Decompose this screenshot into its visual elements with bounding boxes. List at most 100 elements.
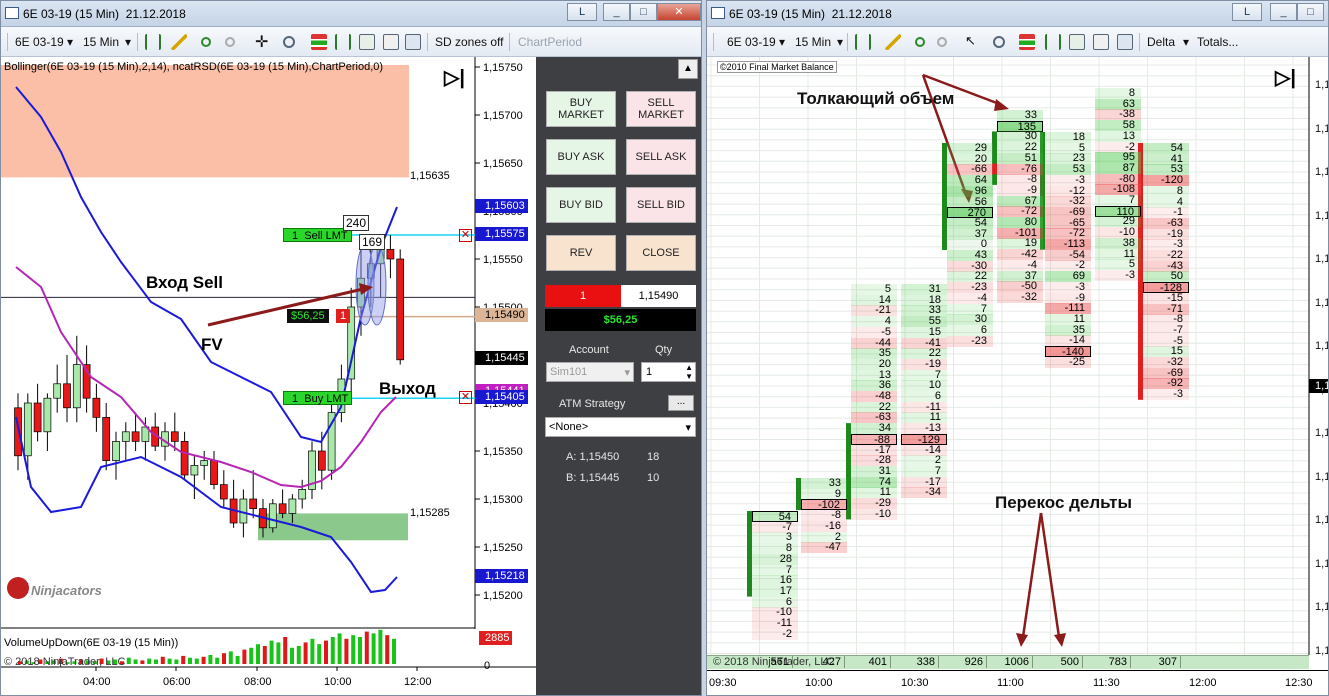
data-box-icon[interactable] <box>1117 34 1133 50</box>
position-pnl-flag[interactable]: $56,25 <box>287 309 329 323</box>
volume-bar <box>160 656 165 664</box>
candle-body <box>180 441 189 476</box>
volume-bar <box>330 637 335 664</box>
minimize-button[interactable]: _ <box>603 3 630 21</box>
delta-dropdown-icon[interactable]: ▾ <box>1183 35 1189 49</box>
buy-bid-button[interactable]: BUY BID <box>546 187 616 223</box>
candle-body <box>327 412 336 471</box>
volume-bar <box>256 644 260 664</box>
strategies-icon[interactable] <box>1069 34 1085 50</box>
indicators-icon[interactable] <box>1045 34 1061 50</box>
buy-limit-order[interactable]: 1 Buy LMT <box>283 391 353 405</box>
close-position-button[interactable]: CLOSE <box>626 235 696 271</box>
buy-ask-button[interactable]: BUY ASK <box>546 139 616 175</box>
column-total: 783 <box>1085 656 1131 668</box>
close-button[interactable]: ✕ <box>657 3 701 21</box>
candle-body <box>190 465 199 476</box>
crosshair-add-icon[interactable] <box>201 37 211 47</box>
candle-body <box>14 407 22 457</box>
chart-window-left: 6E 03-19 (15 Min) 21.12.2018 L _ □ ✕ 6E … <box>0 0 702 696</box>
instrument-dropdown-icon[interactable]: ▾ <box>779 35 785 49</box>
maximize-button[interactable]: □ <box>630 3 657 21</box>
period-dropdown-icon[interactable]: ▾ <box>837 35 843 49</box>
volume-bar <box>147 658 152 664</box>
footprint-cell: -3 <box>1095 269 1141 281</box>
lower-bollinger-band <box>15 416 398 594</box>
minimize-button[interactable]: _ <box>1270 3 1297 21</box>
period-selector[interactable]: 15 Min <box>83 35 119 49</box>
delta-selector[interactable]: Delta <box>1147 35 1175 49</box>
period-selector[interactable]: 15 Min <box>795 35 831 49</box>
price-chart[interactable]: 1,157501,157001,156501,156001,155501,155… <box>1 57 536 695</box>
column-total: 1006 <box>987 656 1033 668</box>
sell-order-qty: 1 <box>292 230 299 242</box>
quantity-stepper[interactable]: 1 ▲ ▼ <box>641 362 696 382</box>
y-tick-label: 1,1 <box>1315 122 1329 135</box>
sell-market-button[interactable]: SELL MARKET <box>626 91 696 127</box>
cancel-sell-order-icon[interactable]: ✕ <box>459 229 472 242</box>
chart-window-icon <box>5 7 19 19</box>
buy-order-qty: 1 <box>292 393 299 405</box>
sell-bid-button[interactable]: SELL BID <box>626 187 696 223</box>
trade-icon[interactable] <box>311 34 327 50</box>
period-dropdown-icon[interactable]: ▾ <box>125 35 131 49</box>
candle-body <box>396 258 405 361</box>
instrument-dropdown-icon[interactable]: ▾ <box>67 35 73 49</box>
title-bar: 6E 03-19 (15 Min) 21.12.2018 L _ □ <box>707 1 1328 27</box>
reverse-button[interactable]: REV <box>546 235 616 271</box>
pin-icon[interactable] <box>937 37 947 47</box>
chart-trader-panel: ▲ BUY MARKET SELL MARKET BUY ASK SELL AS… <box>536 57 701 695</box>
volume-bar <box>188 657 192 664</box>
pencil-icon[interactable] <box>885 34 901 50</box>
position-qty-flag[interactable]: 1 <box>336 309 351 323</box>
footprint-cell: -3 <box>1143 389 1189 401</box>
data-box-icon[interactable] <box>405 34 421 50</box>
sell-ask-button[interactable]: SELL ASK <box>626 139 696 175</box>
y-tick-label: 1,15700 <box>483 110 523 122</box>
properties-icon[interactable] <box>383 34 399 50</box>
instrument-selector[interactable]: 6E 03-19 <box>15 35 64 49</box>
pin-icon[interactable] <box>225 37 235 47</box>
link-button[interactable]: L <box>1232 3 1262 21</box>
price-chart-canvas: 1,157501,157001,156501,156001,155501,155… <box>1 57 536 688</box>
panel-scroll-up-button[interactable]: ▲ <box>678 59 698 79</box>
indicators-icon[interactable] <box>335 34 351 50</box>
volume-bar <box>154 659 158 664</box>
crosshair-icon[interactable]: ✛ <box>255 32 268 52</box>
footprint-chart[interactable]: ©2010 Final Market Balance ▷| Толкающий … <box>707 57 1310 655</box>
scroll-end-icon[interactable]: ▷| <box>1275 65 1296 90</box>
totals-selector[interactable]: Totals... <box>1197 35 1238 49</box>
volume-bar <box>215 657 220 664</box>
trade-icon[interactable] <box>1019 34 1035 50</box>
atm-strategy-select[interactable]: <None> ▾ <box>545 417 696 437</box>
pointer-icon[interactable]: ↖ <box>965 33 976 49</box>
pencil-icon[interactable] <box>171 34 187 50</box>
footprint-cell: -13 <box>901 423 947 435</box>
buy-order-label: Buy LMT <box>304 393 349 405</box>
chart-period-button[interactable]: ChartPeriod <box>518 35 582 49</box>
footprint-cell: -10 <box>851 508 897 520</box>
account-select[interactable]: Sim101 ▾ <box>546 362 634 382</box>
volume-bar <box>167 658 172 664</box>
link-button[interactable]: L <box>567 3 597 21</box>
crosshair-add-icon[interactable] <box>915 37 925 47</box>
bar-type-icon[interactable] <box>145 34 161 50</box>
volume-bar <box>344 638 349 664</box>
sell-limit-order[interactable]: 1 Sell LMT <box>283 228 352 242</box>
x-tick-label: 06:00 <box>163 676 191 688</box>
cancel-buy-order-icon[interactable]: ✕ <box>459 391 472 404</box>
instrument-selector[interactable]: 6E 03-19 <box>727 35 776 49</box>
zoom-icon[interactable] <box>283 36 295 48</box>
properties-icon[interactable] <box>1093 34 1109 50</box>
atm-strategy-config-button[interactable]: ... <box>668 395 694 411</box>
stepper-arrows-icon[interactable]: ▲ ▼ <box>685 363 693 381</box>
buy-market-button[interactable]: BUY MARKET <box>546 91 616 127</box>
zoom-icon[interactable] <box>993 36 1005 48</box>
maximize-button[interactable]: □ <box>1297 3 1324 21</box>
exit-annotation: Выход <box>379 379 436 398</box>
sd-zones-toggle[interactable]: SD zones off <box>435 35 503 49</box>
scroll-end-icon[interactable]: ▷| <box>444 65 465 90</box>
strategies-icon[interactable] <box>359 34 375 50</box>
bar-type-icon[interactable] <box>855 34 871 50</box>
footprint-cell: -14 <box>1045 335 1091 347</box>
